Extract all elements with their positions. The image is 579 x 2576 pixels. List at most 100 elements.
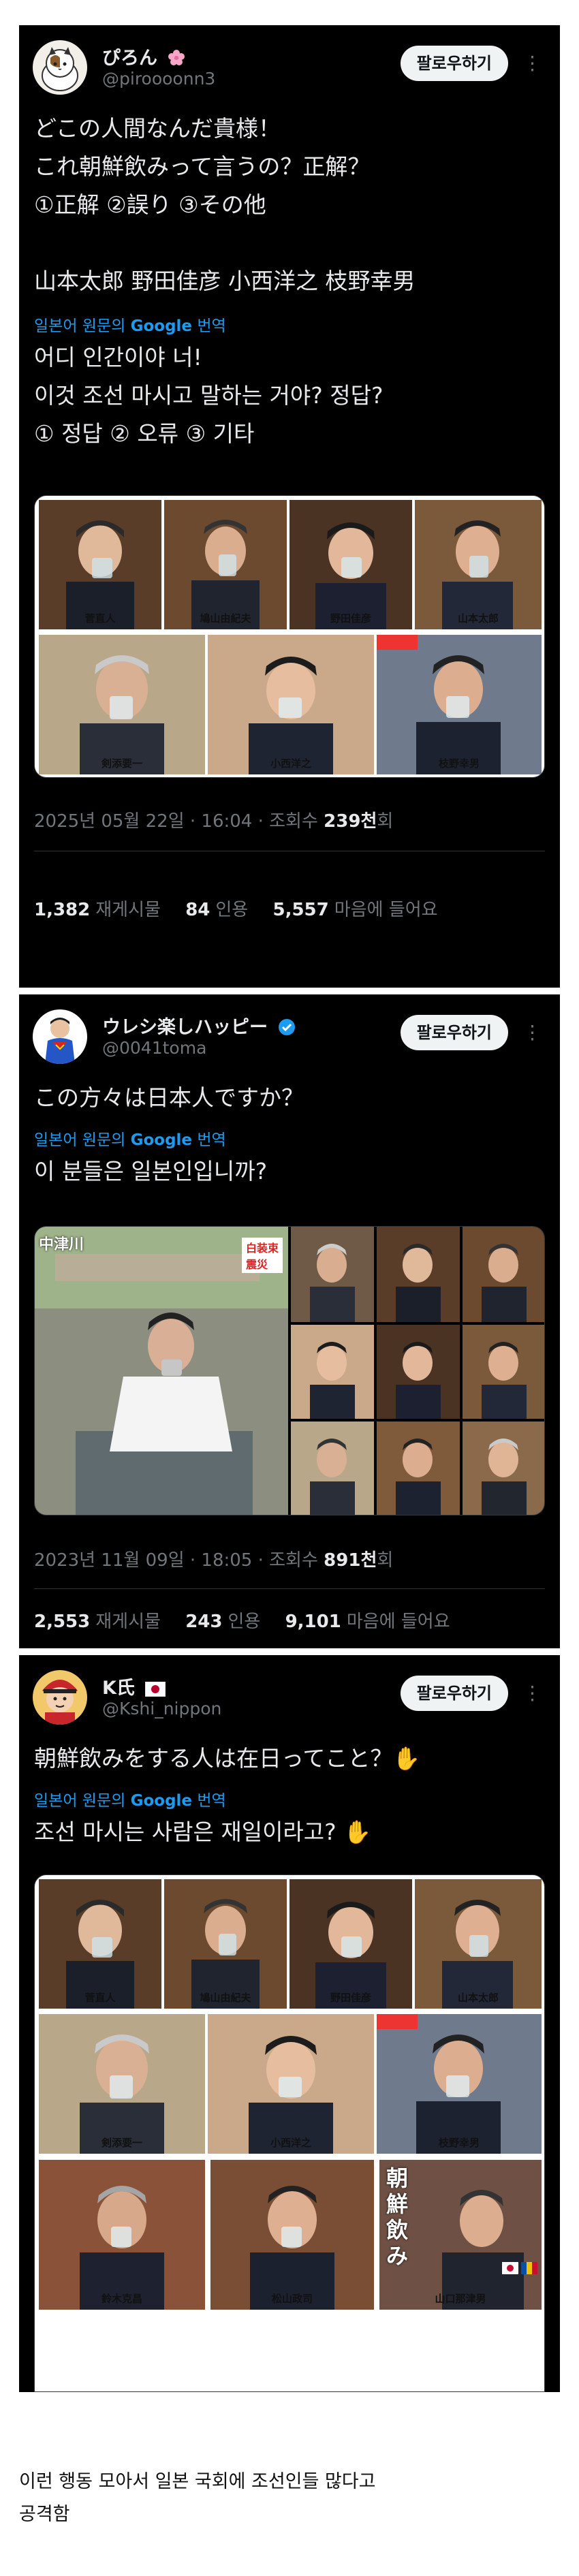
media-photo: 松山政司 — [210, 2160, 374, 2310]
date-text: 2023년 11월 09일 · 18:05 · 조회수 — [34, 1550, 318, 1571]
photo-caption: 鈴木克昌 — [101, 2293, 142, 2305]
more-options-icon[interactable]: ⋮ — [519, 50, 546, 77]
view-suffix: 회 — [377, 1550, 394, 1571]
photo-caption: 菅直人 — [84, 612, 116, 625]
like-label[interactable]: 마음에 들어요 — [334, 900, 438, 920]
photo-overlay-text: 中津川 — [39, 1236, 84, 1253]
display-name-text: K氏 — [102, 1678, 135, 1699]
like-count[interactable]: 5,557 — [273, 900, 329, 920]
display-name[interactable]: ぴろん — [102, 43, 185, 72]
repost-label[interactable]: 재게시물 — [95, 1612, 161, 1632]
photo-badge-line2: 震災 — [245, 1258, 268, 1271]
more-options-icon[interactable]: ⋮ — [519, 1680, 546, 1707]
media-photo: 小西洋之 — [208, 635, 374, 774]
media-photo: 朝鮮飲み 山口那津男 — [379, 2160, 542, 2310]
avatar[interactable] — [33, 40, 87, 95]
media-photo: 中津川 白装束 震災 — [35, 1227, 288, 1515]
translation-label[interactable]: 일본어 원문의 Google 번역 — [34, 313, 226, 336]
repost-count[interactable]: 2,553 — [34, 1612, 90, 1632]
tweet-text-translated: 이 분들은 일본인입니까? — [34, 1158, 268, 1184]
tweet-timestamp[interactable]: 2023년 11월 09일 · 18:05 · 조회수 891천회 — [34, 1546, 393, 1571]
photo-caption: 山本太郎 — [457, 612, 499, 625]
media-photo — [463, 1421, 544, 1515]
display-name[interactable]: K氏 — [102, 1673, 166, 1701]
translation-suffix: 번역 — [197, 317, 226, 335]
media-photo: 鳩山由紀夫 — [164, 1879, 287, 2009]
photo-caption: 小西洋之 — [270, 757, 311, 770]
repost-count[interactable]: 1,382 — [34, 900, 90, 920]
media-photo: 枝野幸男 — [377, 635, 542, 774]
media-photo: 枝野幸男 — [377, 2014, 542, 2154]
tweet-text-translated: 조선 마시는 사람은 재일이라고? ✋ — [34, 1819, 372, 1845]
photo-caption: 松山政司 — [271, 2293, 313, 2305]
translation-prefix: 일본어 원문의 — [34, 317, 126, 335]
tweet-media-grid[interactable]: 菅直人 鳩山由紀夫 野田佳彦 山本太郎 剣添要一 小西洋之 枝野幸男 鈴木克昌 — [34, 1874, 545, 2392]
photo-caption: 鳩山由紀夫 — [200, 1992, 251, 2004]
follow-button[interactable]: 팔로우하기 — [400, 46, 508, 81]
photo-caption: 枝野幸男 — [438, 757, 480, 770]
google-label: Google — [130, 1792, 193, 1810]
engagement-stats: 1,382 재게시물 84 인용 5,557 마음에 들어요 — [34, 896, 457, 921]
photo-caption: 山口那津男 — [435, 2293, 486, 2305]
quote-count[interactable]: 84 — [185, 900, 210, 920]
repost-label[interactable]: 재게시물 — [95, 900, 161, 920]
tweet-card-1: ぴろん @piroooonn3 팔로우하기 ⋮ どこの人間なんだ貴様！ これ朝鮮… — [19, 25, 560, 988]
display-name-text: ぴろん — [102, 48, 157, 69]
photo-caption: 枝野幸男 — [438, 2137, 480, 2149]
follow-button[interactable]: 팔로우하기 — [400, 1015, 508, 1050]
handle[interactable]: @piroooonn3 — [102, 69, 215, 89]
quote-count[interactable]: 243 — [185, 1612, 222, 1632]
display-name[interactable]: ウレシ楽しハッピー — [102, 1012, 296, 1041]
media-photo: 菅直人 — [39, 500, 161, 629]
quote-label[interactable]: 인용 — [215, 900, 248, 920]
handle[interactable]: @Kshi_nippon — [102, 1699, 221, 1718]
verified-badge-icon — [278, 1018, 296, 1041]
more-options-icon[interactable]: ⋮ — [519, 1019, 546, 1046]
display-name-text: ウレシ楽しハッピー — [102, 1017, 268, 1038]
translation-label[interactable]: 일본어 원문의 Google 번역 — [34, 1127, 226, 1150]
media-photo — [291, 1421, 374, 1515]
handle[interactable]: @0041toma — [102, 1038, 206, 1058]
photo-caption: 野田佳彦 — [330, 612, 371, 625]
media-photo: 野田佳彦 — [290, 1879, 412, 2009]
media-photo: 剣添要一 — [39, 635, 205, 774]
media-photo: 菅直人 — [39, 1879, 161, 2009]
tweet-text-original: どこの人間なんだ貴様！ これ朝鮮飲みって言うの？正解？ ①正解 ②誤り ③その他… — [34, 115, 416, 294]
avatar[interactable] — [33, 1670, 87, 1725]
translation-label[interactable]: 일본어 원문의 Google 번역 — [34, 1787, 226, 1810]
like-label[interactable]: 마음에 들어요 — [347, 1612, 450, 1632]
tweet-media-grid[interactable]: 菅直人 鳩山由紀夫 野田佳彦 山本太郎 剣添要一 小西洋之 枝野幸男 — [34, 495, 545, 778]
divider — [34, 1588, 545, 1589]
engagement-stats: 2,553 재게시물 243 인용 9,101 마음에 들어요 — [34, 1607, 469, 1633]
media-photo: 剣添要一 — [39, 2014, 205, 2154]
media-photo — [463, 1227, 544, 1322]
photo-caption: 野田佳彦 — [330, 1992, 371, 2004]
photo-vertical-text: 朝鮮飲み — [386, 2165, 409, 2269]
media-photo: 山本太郎 — [415, 500, 542, 629]
tweet-media-grid[interactable]: 中津川 白装束 震災 — [34, 1226, 545, 1515]
photo-caption: 小西洋之 — [270, 2137, 311, 2149]
photo-caption: 剣添要一 — [101, 2137, 142, 2149]
follow-button[interactable]: 팔로우하기 — [400, 1676, 508, 1711]
media-photo — [291, 1227, 374, 1322]
photo-caption: 剣添要一 — [101, 757, 142, 770]
photo-caption: 山本太郎 — [457, 1992, 499, 2004]
translation-suffix: 번역 — [197, 1131, 226, 1149]
date-text: 2025년 05월 22일 · 16:04 · 조회수 — [34, 811, 318, 832]
photo-badge: 白装束 震災 — [241, 1238, 283, 1273]
avatar[interactable] — [33, 1009, 87, 1064]
photo-caption: 菅直人 — [84, 1992, 116, 2004]
view-suffix: 회 — [377, 811, 394, 832]
translation-suffix: 번역 — [197, 1792, 226, 1810]
google-label: Google — [130, 1131, 193, 1149]
view-count: 891천 — [324, 1550, 377, 1571]
view-count: 239천 — [324, 811, 377, 832]
photo-caption: 鳩山由紀夫 — [200, 612, 251, 625]
media-photo — [463, 1325, 544, 1419]
tweet-text-original: この方々は日本人ですか？ — [34, 1084, 304, 1111]
tweet-timestamp[interactable]: 2025년 05월 22일 · 16:04 · 조회수 239천회 — [34, 807, 393, 832]
media-photo: 鈴木克昌 — [39, 2160, 205, 2310]
quote-label[interactable]: 인용 — [228, 1612, 260, 1632]
tweet-card-3: K氏 @Kshi_nippon 팔로우하기 ⋮ 朝鮮飲みをする人は在日ってこと？… — [19, 1655, 560, 2392]
like-count[interactable]: 9,101 — [285, 1612, 341, 1632]
